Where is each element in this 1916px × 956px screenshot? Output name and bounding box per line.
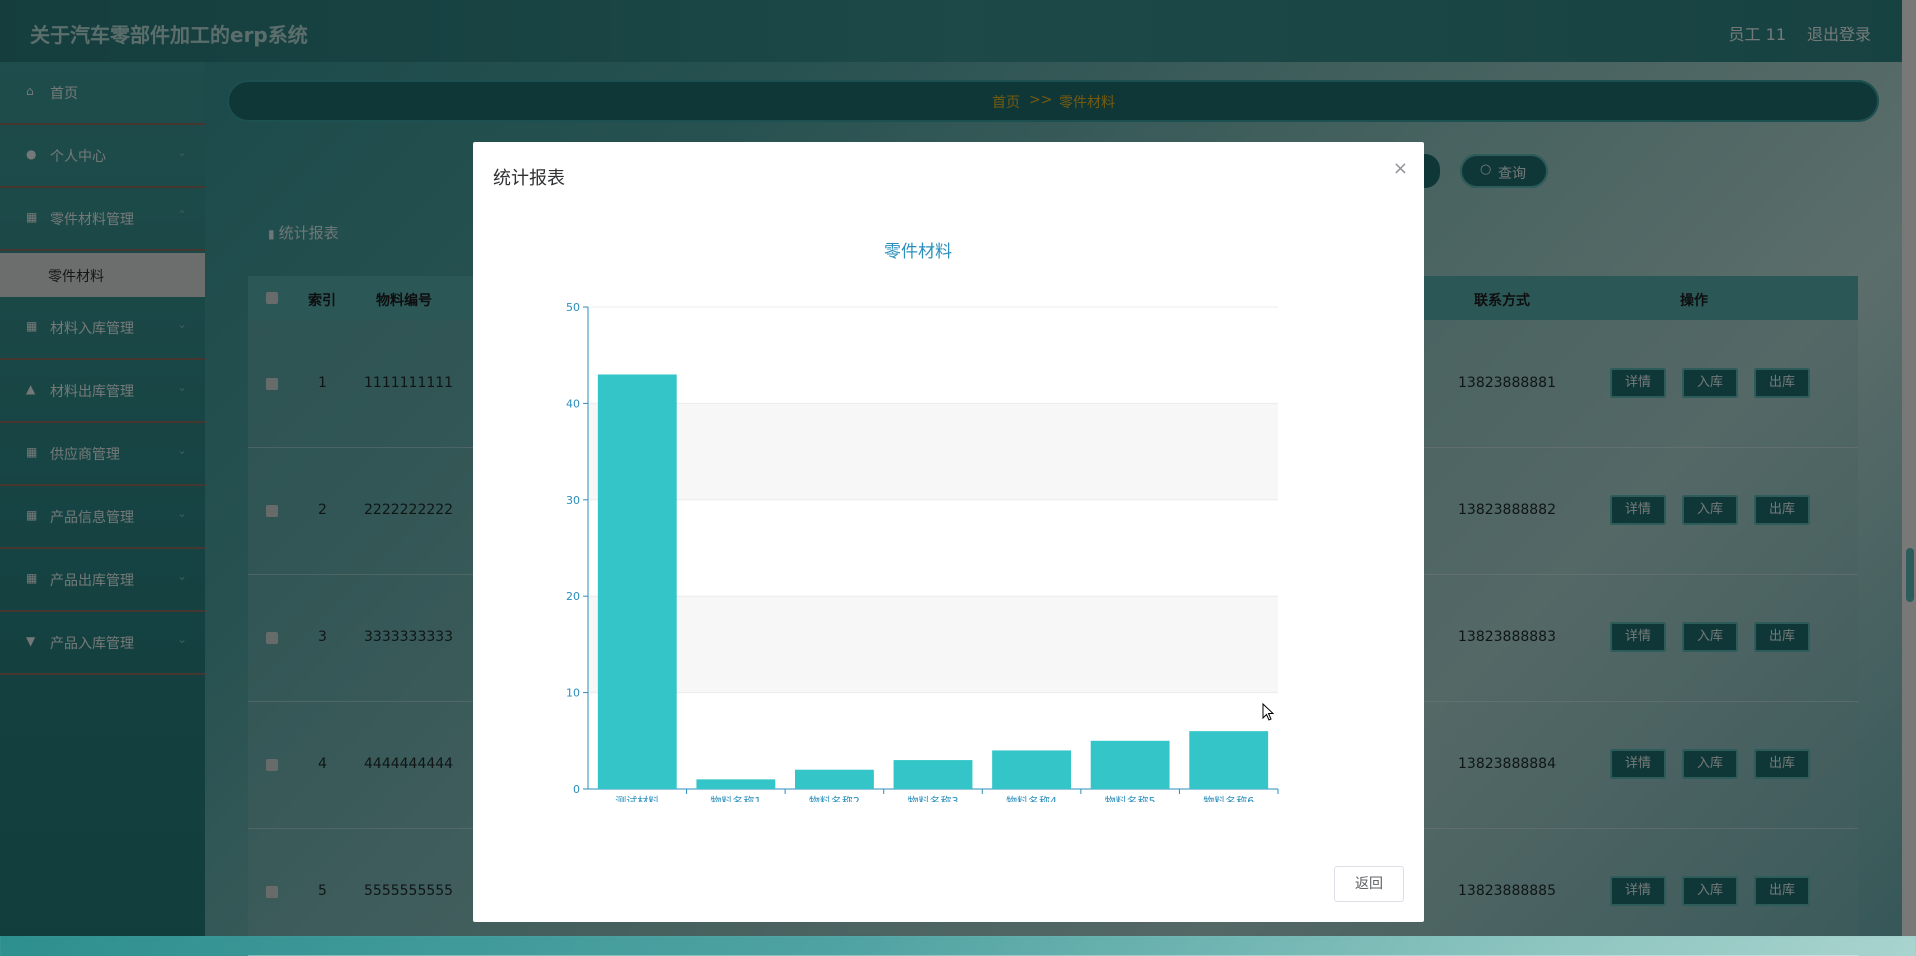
y-tick-label: 0 [573,783,580,796]
chart-title: 零件材料 [884,242,952,262]
x-tick-label: 测试材料 [615,794,659,802]
close-icon[interactable]: × [1393,158,1408,179]
chart-container: 零件材料 0 10 20 30 40 50 测试材料 物料名称1 物料名称2 物料名称3 物料名称4 物… [528,212,1308,808]
bar-chart: 零件材料 0 10 20 30 40 50 测试材料 物料名称1 物料名称2 物料名称3 物料名称4 物… [566,242,1279,808]
bar [696,779,776,789]
report-dialog: 统计报表 × 零件材料 0 10 20 30 40 50 测试材料 物料名称1 物料名称2 物料名称… [473,142,1424,922]
bar [992,750,1071,789]
grid-band [588,499,1278,597]
x-tick-label: 物料名称3 [908,794,959,802]
y-tick-label: 10 [566,687,580,700]
bar [893,760,973,789]
bar [1090,740,1170,789]
x-tick-label: 物料名称2 [809,794,860,802]
back-button[interactable]: 返回 [1334,866,1404,902]
x-tick-label: 物料名称4 [1006,794,1057,802]
bar [795,769,874,789]
y-tick-label: 40 [566,397,580,410]
grid-band [588,307,1278,404]
y-tick-label: 30 [566,494,580,507]
y-tick-label: 50 [566,301,580,314]
dialog-title: 统计报表 [493,168,565,189]
bar [597,374,677,789]
y-tick-label: 20 [566,590,580,603]
grid-band [588,596,1278,693]
x-tick-label: 物料名称6 [1203,794,1254,802]
grid-band [588,403,1278,500]
x-tick-label: 物料名称1 [710,794,761,802]
mouse-cursor-icon [1262,703,1274,721]
bar [1189,731,1269,789]
x-tick-label: 物料名称5 [1105,794,1156,802]
